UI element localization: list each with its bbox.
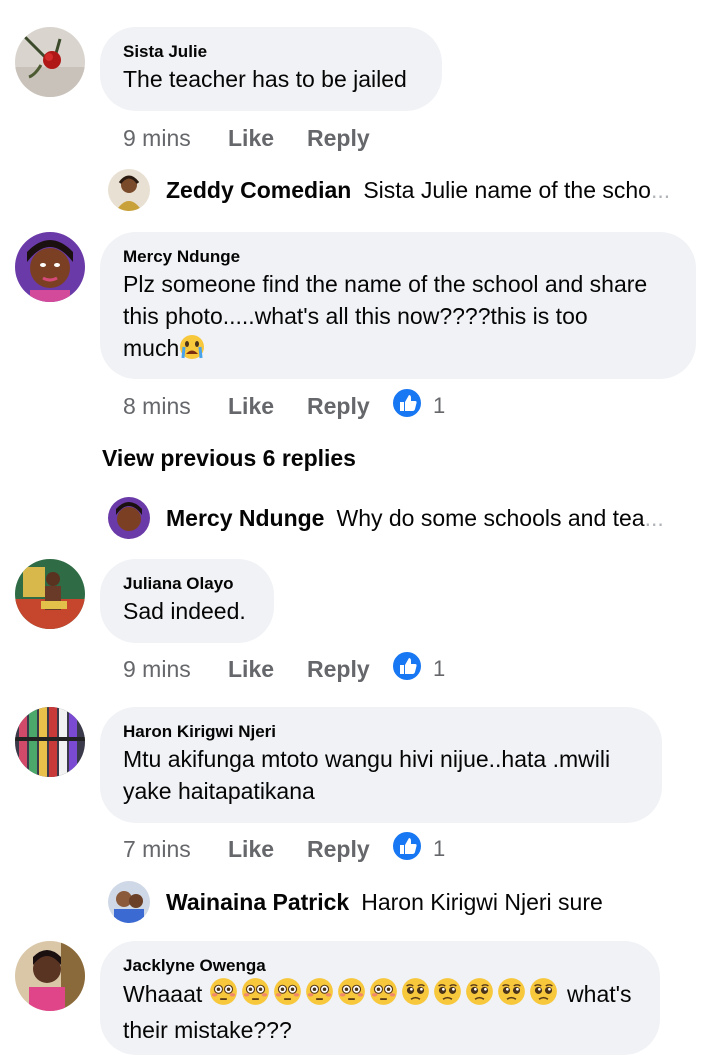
avatar[interactable] bbox=[15, 232, 85, 302]
comment-author[interactable]: Juliana Olayo bbox=[123, 573, 251, 595]
reply-text: Haron Kirigwi Njeri sure bbox=[361, 888, 603, 915]
like-reaction-icon bbox=[391, 650, 423, 688]
comment-text-line: yake haitapatikana bbox=[123, 778, 315, 804]
timestamp: 9 mins bbox=[123, 655, 191, 682]
comment-bubble: Haron Kirigwi Njeri Mtu akifunga mtoto w… bbox=[100, 707, 662, 823]
reply-author[interactable]: Mercy Ndunge bbox=[166, 505, 324, 532]
comment-author[interactable]: Sista Julie bbox=[123, 41, 419, 63]
pleading-face-icon bbox=[433, 977, 462, 1014]
avatar[interactable] bbox=[15, 941, 85, 1011]
truncation-ellipsis: ... bbox=[650, 176, 671, 203]
like-button[interactable]: Like bbox=[228, 656, 307, 683]
comment-text-segment: Whaaat bbox=[123, 981, 203, 1007]
crying-face-icon bbox=[179, 334, 205, 368]
view-previous-replies-link[interactable]: View previous 6 replies bbox=[102, 445, 356, 472]
comment-bubble: Jacklyne Owenga Whaaat what's their mist… bbox=[100, 941, 660, 1055]
reply-author[interactable]: Wainaina Patrick bbox=[166, 889, 349, 916]
reply-button[interactable]: Reply bbox=[307, 125, 391, 152]
comment-bubble: Mercy Ndunge Plz someone find the name o… bbox=[100, 232, 696, 379]
comment-author[interactable]: Jacklyne Owenga bbox=[123, 955, 637, 977]
comment-text: Sad indeed. bbox=[123, 598, 246, 624]
pleading-face-icon bbox=[497, 977, 526, 1014]
comment-author[interactable]: Haron Kirigwi Njeri bbox=[123, 721, 639, 743]
reaction-summary[interactable]: 1 bbox=[391, 830, 445, 868]
timestamp: 9 mins bbox=[123, 124, 191, 151]
reply-text: Why do some schools and tea bbox=[336, 504, 645, 531]
comment-actions: 9 mins Like Reply bbox=[123, 122, 391, 154]
like-button[interactable]: Like bbox=[228, 836, 307, 863]
comment-bubble: Juliana Olayo Sad indeed. bbox=[100, 559, 274, 643]
flushed-face-icon bbox=[209, 977, 238, 1014]
flushed-face-icon bbox=[241, 977, 270, 1014]
avatar[interactable] bbox=[108, 881, 150, 923]
like-reaction-icon bbox=[391, 830, 423, 868]
reaction-summary[interactable]: 1 bbox=[391, 650, 445, 688]
avatar[interactable] bbox=[15, 27, 85, 97]
flushed-face-icon bbox=[369, 977, 398, 1014]
comment-author[interactable]: Mercy Ndunge bbox=[123, 246, 673, 268]
flushed-face-icon bbox=[337, 977, 366, 1014]
comment-text-segment: what's bbox=[567, 981, 632, 1007]
pleading-face-icon bbox=[529, 977, 558, 1014]
avatar[interactable] bbox=[15, 707, 85, 777]
comment-text-line: Mtu akifunga mtoto wangu hivi nijue..hat… bbox=[123, 746, 611, 772]
reply-button[interactable]: Reply bbox=[307, 393, 391, 420]
reply-preview[interactable]: Wainaina Patrick Haron Kirigwi Njeri sur… bbox=[108, 881, 708, 923]
reply-author[interactable]: Zeddy Comedian bbox=[166, 177, 351, 204]
reaction-count: 1 bbox=[433, 836, 446, 861]
comment-bubble: Sista Julie The teacher has to be jailed bbox=[100, 27, 442, 111]
like-button[interactable]: Like bbox=[228, 125, 307, 152]
truncation-ellipsis: ... bbox=[644, 504, 664, 531]
comment-text-line: Whaaat what's bbox=[123, 977, 637, 1014]
comment-actions: 8 mins Like Reply 1 bbox=[123, 387, 445, 425]
avatar[interactable] bbox=[108, 497, 150, 539]
like-reaction-icon bbox=[391, 387, 423, 425]
reply-button[interactable]: Reply bbox=[307, 656, 391, 683]
comment-text-line: their mistake??? bbox=[123, 1017, 292, 1043]
comment-text-line: Plz someone find the name of the school … bbox=[123, 271, 648, 297]
reply-button[interactable]: Reply bbox=[307, 836, 391, 863]
comment-text-line: much bbox=[123, 332, 673, 368]
comment-actions: 7 mins Like Reply 1 bbox=[123, 830, 445, 868]
flushed-face-icon bbox=[273, 977, 302, 1014]
reply-text: Sista Julie name of the scho bbox=[363, 176, 651, 203]
reply-preview[interactable]: Mercy Ndunge Why do some schools and tea… bbox=[108, 497, 708, 539]
comment-actions: 9 mins Like Reply 1 bbox=[123, 650, 445, 688]
like-button[interactable]: Like bbox=[228, 393, 307, 420]
comment-text-segment: much bbox=[123, 335, 180, 361]
avatar[interactable] bbox=[108, 169, 150, 211]
flushed-face-icon bbox=[305, 977, 334, 1014]
reply-preview[interactable]: Zeddy Comedian Sista Julie name of the s… bbox=[108, 169, 708, 211]
pleading-face-icon bbox=[401, 977, 430, 1014]
reaction-count: 1 bbox=[433, 656, 446, 681]
reaction-count: 1 bbox=[433, 393, 446, 418]
avatar[interactable] bbox=[15, 559, 85, 629]
comment-text: The teacher has to be jailed bbox=[123, 66, 407, 92]
timestamp: 7 mins bbox=[123, 835, 191, 862]
comment-text-line: this photo.....what's all this now????th… bbox=[123, 303, 588, 329]
reaction-summary[interactable]: 1 bbox=[391, 387, 445, 425]
pleading-face-icon bbox=[465, 977, 494, 1014]
timestamp: 8 mins bbox=[123, 392, 191, 419]
